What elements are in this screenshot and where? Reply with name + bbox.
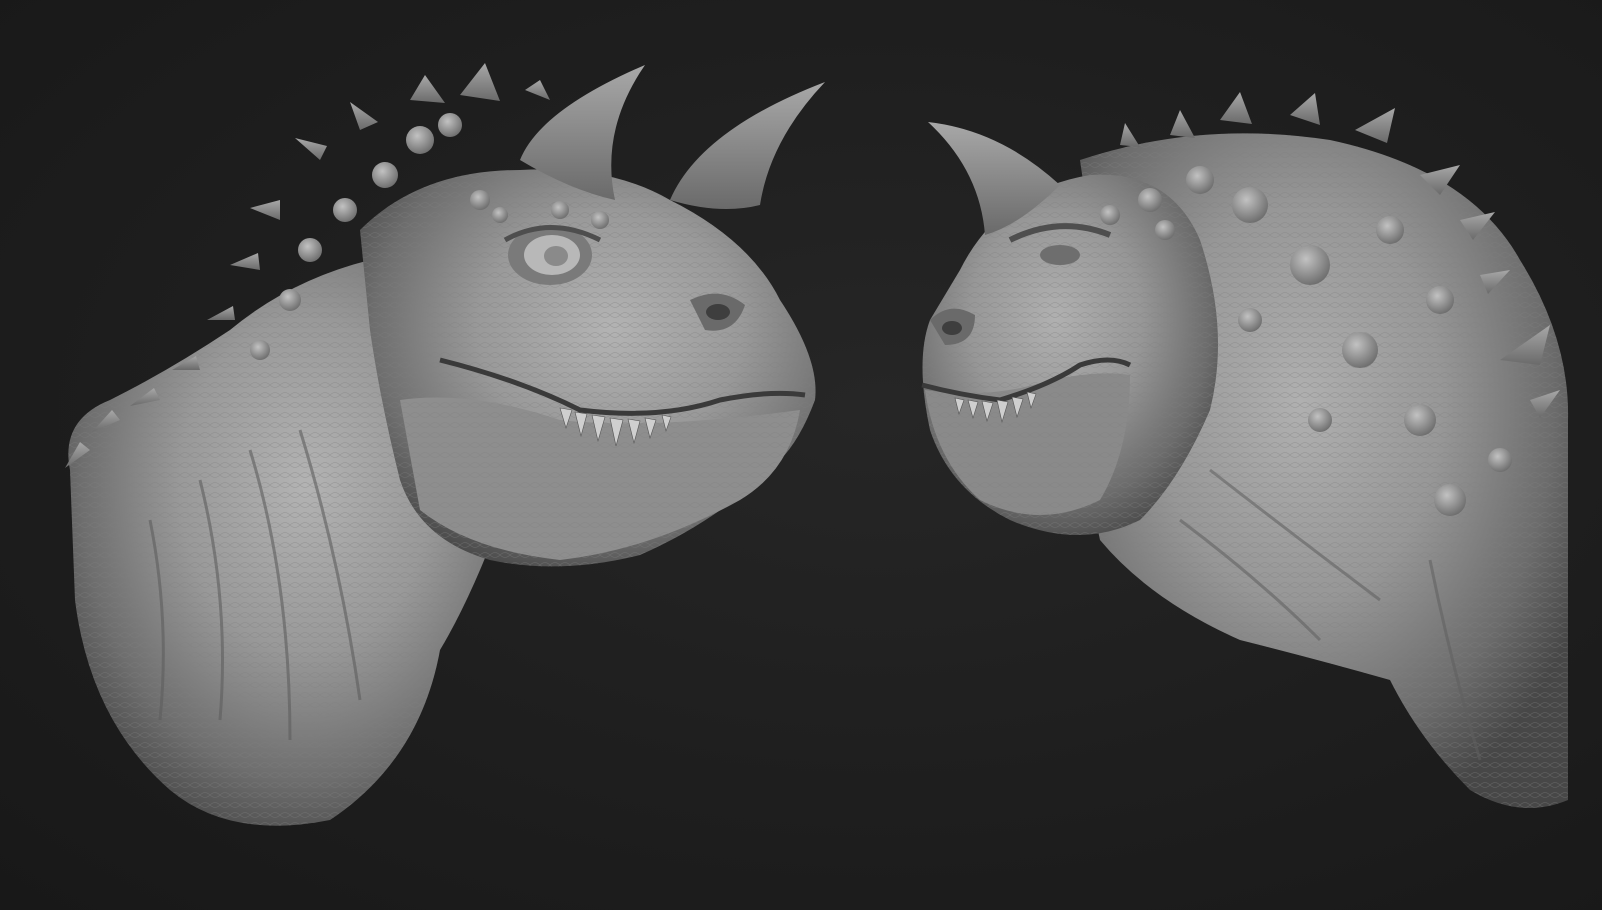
creature-bust-left [65,63,825,826]
sculpt-render-viewport [0,0,1602,910]
sculpt-render [65,63,1569,826]
creature-bust-right [921,92,1569,809]
